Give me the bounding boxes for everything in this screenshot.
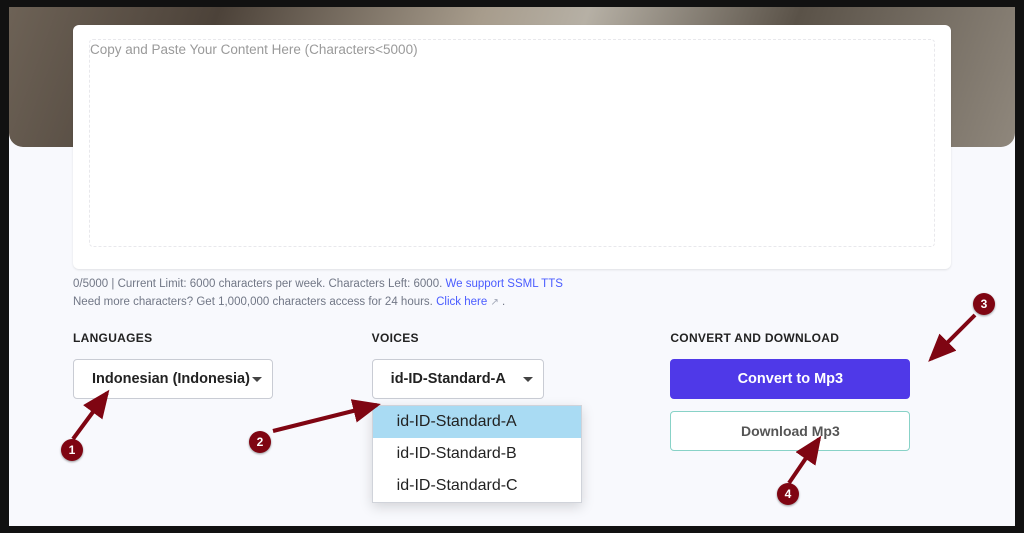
char-counter: 0/5000 bbox=[73, 278, 108, 290]
voices-select[interactable]: id-ID-Standard-A bbox=[372, 359, 544, 399]
external-icon: ↗ bbox=[490, 297, 498, 308]
controls-row: LANGUAGES Indonesian (Indonesia) VOICES … bbox=[73, 331, 951, 503]
more-chars-text: Need more characters? Get 1,000,000 char… bbox=[73, 296, 433, 308]
voices-dropdown: id-ID-Standard-A id-ID-Standard-B id-ID-… bbox=[372, 405, 582, 503]
languages-select[interactable]: Indonesian (Indonesia) bbox=[73, 359, 273, 399]
voices-selected-label: id-ID-Standard-A bbox=[391, 371, 506, 387]
convert-heading: CONVERT AND DOWNLOAD bbox=[670, 331, 951, 345]
download-button[interactable]: Download Mp3 bbox=[670, 411, 910, 451]
content-textarea[interactable] bbox=[89, 39, 935, 247]
meta-info: 0/5000 | Current Limit: 6000 characters … bbox=[73, 275, 951, 312]
period: . bbox=[502, 296, 505, 308]
languages-heading: LANGUAGES bbox=[73, 331, 354, 345]
voice-option[interactable]: id-ID-Standard-B bbox=[373, 438, 581, 470]
chevron-down-icon bbox=[523, 377, 533, 382]
convert-column: CONVERT AND DOWNLOAD Convert to Mp3 Down… bbox=[670, 331, 951, 503]
ssml-link[interactable]: We support SSML TTS bbox=[446, 278, 563, 290]
limit-text: Current Limit: 6000 characters per week.… bbox=[118, 278, 443, 290]
chevron-down-icon bbox=[252, 377, 262, 382]
voices-heading: VOICES bbox=[372, 331, 653, 345]
voice-option[interactable]: id-ID-Standard-A bbox=[373, 406, 581, 438]
languages-selected-label: Indonesian (Indonesia) bbox=[92, 371, 250, 387]
languages-column: LANGUAGES Indonesian (Indonesia) bbox=[73, 331, 354, 503]
text-card bbox=[73, 25, 951, 269]
voice-option[interactable]: id-ID-Standard-C bbox=[373, 470, 581, 502]
click-here-link[interactable]: Click here bbox=[436, 296, 487, 308]
voices-column: VOICES id-ID-Standard-A id-ID-Standard-A… bbox=[372, 331, 653, 503]
app-frame: 0/5000 | Current Limit: 6000 characters … bbox=[8, 6, 1016, 527]
convert-button[interactable]: Convert to Mp3 bbox=[670, 359, 910, 399]
annotation-badge-3: 3 bbox=[973, 293, 995, 315]
